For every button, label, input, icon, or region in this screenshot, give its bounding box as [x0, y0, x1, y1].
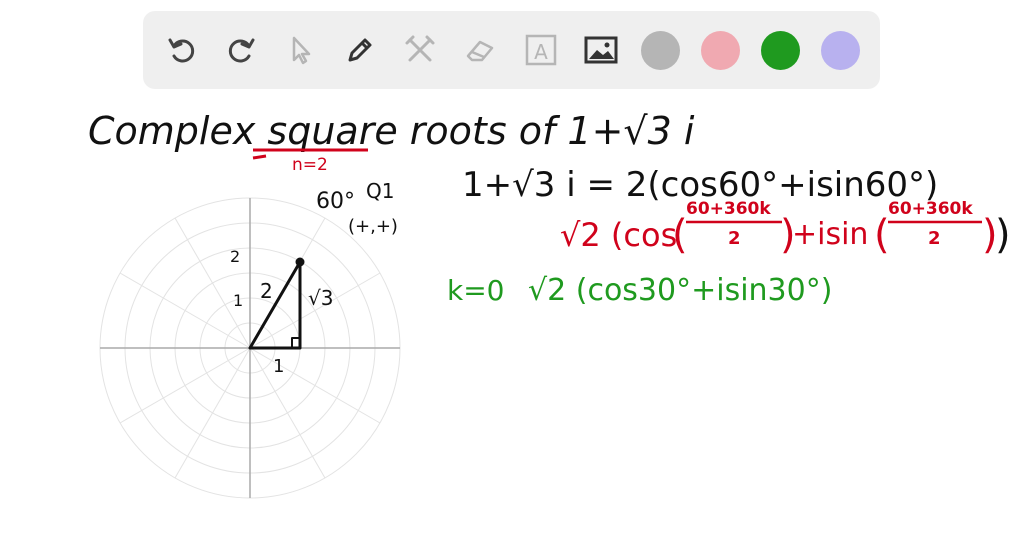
fraction-1-numerator: 60+360k [686, 199, 771, 219]
angle-label: 60° [316, 189, 355, 214]
fraction-2-denominator: 2 [928, 228, 941, 249]
hypotenuse-label: 2 [260, 279, 273, 303]
vertical-leg-label: √3 [308, 286, 333, 310]
k-value-label: k=0 [447, 274, 505, 307]
tick-mark [252, 154, 267, 160]
y-tick-1: 1 [233, 291, 243, 310]
n-note: n=2 [292, 155, 328, 175]
quadrant-label: Q1 [366, 179, 394, 203]
horizontal-leg-label: 1 [273, 356, 284, 377]
fraction-2-numerator: 60+360k [888, 199, 973, 219]
fraction-1-denominator: 2 [728, 228, 741, 249]
reference-triangle [248, 257, 305, 350]
isin-label: +isin [792, 217, 868, 252]
problem-title: Complex square roots of 1+√3 i [88, 109, 695, 153]
y-tick-2: 2 [230, 247, 240, 266]
whiteboard-canvas[interactable]: Complex square roots of 1+√3 i n=2 60° Q… [0, 0, 1024, 554]
root-formula-prefix: √2 (cos [560, 216, 677, 254]
closing-paren: ) [995, 212, 1011, 258]
signs-label: (+,+) [348, 216, 398, 237]
first-root-equation: √2 (cos30°+isin30°) [528, 273, 832, 308]
